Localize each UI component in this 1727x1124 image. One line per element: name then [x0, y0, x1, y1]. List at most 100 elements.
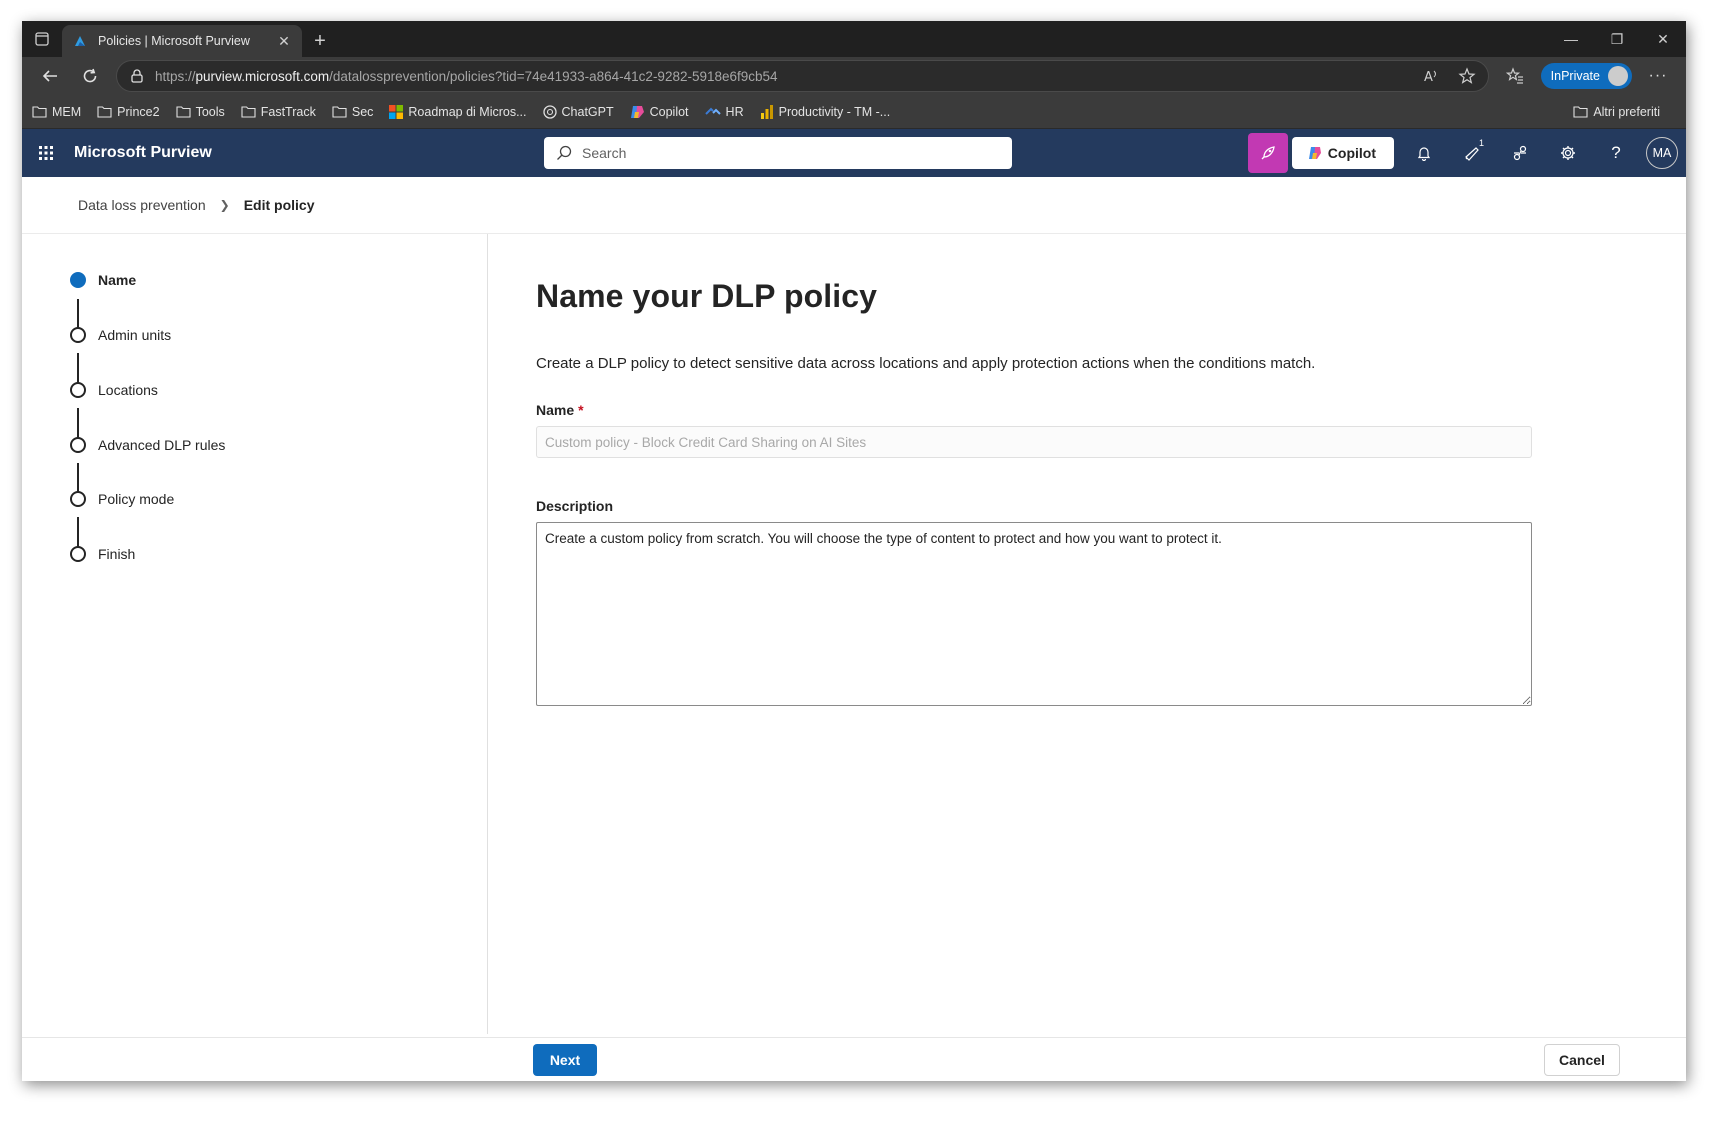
back-button[interactable]	[30, 60, 70, 92]
step-advanced-dlp-rules[interactable]: Advanced DLP rules	[70, 437, 225, 453]
chatgpt-icon	[542, 104, 557, 119]
svg-text:A: A	[1424, 70, 1433, 85]
favorites-button[interactable]	[1495, 60, 1535, 92]
favorite-label: Roadmap di Micros...	[408, 104, 527, 119]
url-text[interactable]: https://purview.microsoft.com/datalosspr…	[155, 69, 1422, 84]
search-icon	[557, 145, 572, 160]
inprivate-label: InPrivate	[1550, 69, 1600, 83]
favorite-productivity-tm[interactable]: Productivity - TM -...	[760, 104, 891, 119]
step-name[interactable]: Name	[70, 272, 136, 288]
bell-icon	[1417, 147, 1431, 161]
step-pending-icon	[70, 327, 86, 343]
lock-icon[interactable]	[129, 68, 145, 84]
favorite-tools[interactable]: Tools	[176, 105, 225, 119]
favorite-fasttrack[interactable]: FastTrack	[241, 105, 316, 119]
close-window-icon[interactable]: ✕	[1640, 21, 1686, 57]
policy-name-input[interactable]	[536, 426, 1532, 458]
app-launcher-button[interactable]	[22, 129, 70, 177]
favorite-label: Copilot	[649, 104, 689, 119]
announcements-button[interactable]: 1	[1448, 129, 1496, 177]
app-title[interactable]: Microsoft Purview	[74, 144, 212, 162]
search-box[interactable]	[544, 137, 1012, 169]
favorite-label: FastTrack	[260, 104, 316, 119]
powerbi-icon	[760, 104, 774, 119]
favorite-label: Prince2	[117, 104, 160, 119]
favorite-chatgpt[interactable]: ChatGPT	[542, 104, 614, 119]
folder-icon	[176, 105, 191, 118]
favorite-label: Sec	[351, 104, 374, 119]
favorite-roadmap-di-micros[interactable]: Roadmap di Micros...	[389, 104, 527, 119]
settings-button[interactable]	[1544, 129, 1592, 177]
favorite-label: MEM	[52, 104, 82, 119]
chevron-right-icon: ❯	[219, 198, 230, 212]
tab-actions-button[interactable]	[22, 21, 62, 57]
more-options-button[interactable]: ···	[1638, 60, 1678, 92]
step-pending-icon	[70, 546, 86, 562]
wizard-content: Name Admin units Locations Advanced DLP …	[22, 234, 1686, 1034]
favorite-label: Productivity - TM -...	[778, 104, 891, 119]
minimize-icon[interactable]: —	[1548, 21, 1594, 57]
cancel-button[interactable]: Cancel	[1544, 1044, 1620, 1076]
step-label: Admin units	[98, 327, 172, 343]
help-button[interactable]: ?	[1592, 129, 1640, 177]
microsoft-logo-icon	[389, 104, 404, 119]
page-description: Create a DLP policy to detect sensitive …	[536, 355, 1316, 372]
folder-icon	[1573, 105, 1588, 118]
name-label: Name *	[536, 402, 1686, 418]
copilot-label: Copilot	[1327, 145, 1376, 161]
copilot-icon	[630, 105, 645, 119]
favorite-star-icon[interactable]	[1458, 67, 1476, 85]
step-locations[interactable]: Locations	[70, 382, 158, 398]
ellipsis-icon: ···	[1648, 67, 1668, 84]
favorite-label: HR	[725, 104, 744, 119]
favorite-sec[interactable]: Sec	[332, 104, 374, 119]
address-bar[interactable]: https://purview.microsoft.com/datalosspr…	[116, 60, 1489, 92]
close-tab-icon[interactable]: ✕	[276, 33, 292, 50]
next-button[interactable]: Next	[533, 1044, 597, 1076]
step-label: Policy mode	[98, 491, 175, 507]
folder-icon	[97, 105, 112, 118]
favorite-hr[interactable]: HR	[704, 104, 744, 119]
notifications-button[interactable]	[1400, 129, 1448, 177]
url-prefix: https://	[155, 68, 196, 84]
favorite-prince2[interactable]: Prince2	[97, 104, 160, 119]
wizard-steps: Name Admin units Locations Advanced DLP …	[22, 234, 488, 1034]
new-tab-button[interactable]: +	[302, 25, 338, 57]
restore-icon[interactable]: ❐	[1594, 21, 1640, 57]
step-pending-icon	[70, 382, 86, 398]
community-button[interactable]	[1496, 129, 1544, 177]
step-current-icon	[70, 272, 86, 288]
folder-icon	[332, 105, 347, 118]
hr-icon	[704, 105, 721, 119]
breadcrumb-data-loss-prevention[interactable]: Data loss prevention	[78, 197, 206, 213]
name-field-group: Name *	[536, 402, 1686, 458]
breadcrumb: Data loss prevention ❯ Edit policy	[22, 177, 1686, 234]
other-favorites-folder[interactable]: Altri preferiti	[1573, 105, 1660, 119]
waffle-icon	[39, 146, 53, 160]
page-title: Name your DLP policy	[536, 278, 878, 314]
folder-icon	[32, 105, 47, 118]
favorite-copilot[interactable]: Copilot	[630, 105, 689, 119]
step-admin-units[interactable]: Admin units	[70, 327, 171, 343]
refresh-button[interactable]	[70, 60, 110, 92]
policy-description-textarea[interactable]: Create a custom policy from scratch. You…	[536, 522, 1532, 706]
search-input[interactable]	[582, 145, 1000, 161]
browser-tab-active[interactable]: Policies | Microsoft Purview ✕	[62, 25, 302, 57]
step-label: Finish	[98, 546, 136, 562]
tab-title: Policies | Microsoft Purview	[98, 34, 250, 48]
step-policy-mode[interactable]: Policy mode	[70, 491, 174, 507]
people-link-icon	[1513, 145, 1527, 161]
back-arrow-icon	[42, 70, 57, 82]
inprivate-button[interactable]: InPrivate	[1540, 63, 1632, 89]
whats-new-button[interactable]	[1247, 133, 1288, 173]
window-controls: — ❐ ✕	[1548, 21, 1686, 57]
rocket-icon	[1261, 146, 1275, 160]
copilot-button[interactable]: Copilot	[1291, 137, 1394, 169]
favorite-mem[interactable]: MEM	[32, 105, 81, 119]
question-mark-icon: ?	[1611, 143, 1621, 162]
step-finish[interactable]: Finish	[70, 546, 135, 562]
user-avatar[interactable]: MA	[1646, 137, 1678, 169]
favorite-label: ChatGPT	[561, 104, 614, 119]
read-aloud-icon[interactable]: A	[1422, 67, 1440, 85]
form-panel: Name your DLP policy Create a DLP policy…	[488, 234, 1686, 1034]
